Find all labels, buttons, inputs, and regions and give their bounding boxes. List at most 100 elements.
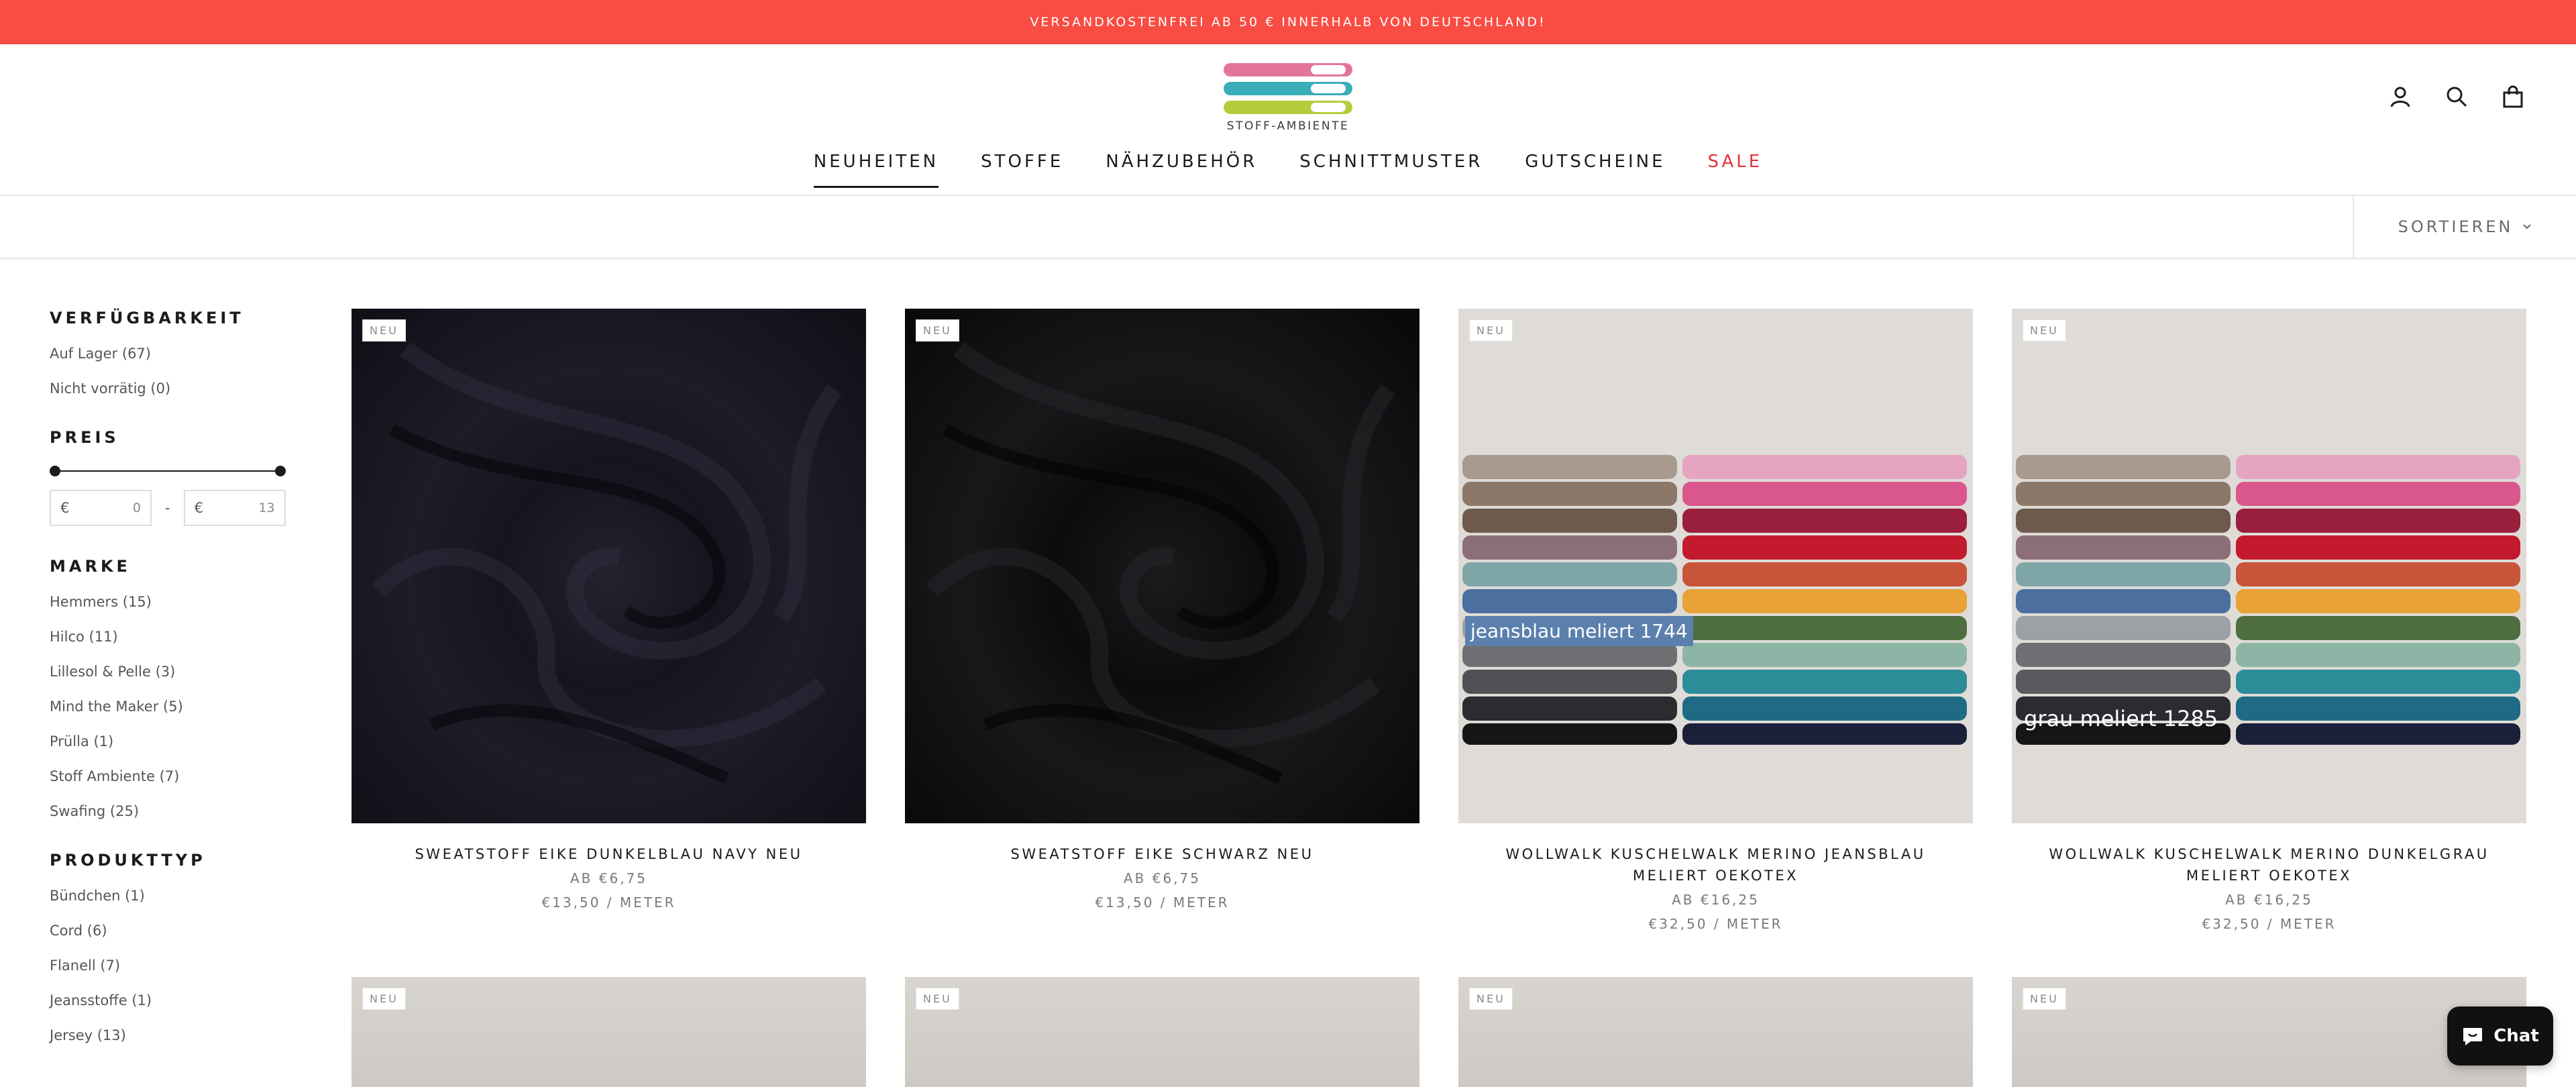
price-max-value: 13 <box>258 501 275 515</box>
logo-text: STOFF-AMBIENTE <box>1226 119 1350 133</box>
filter-option[interactable]: Stoff Ambiente (7) <box>50 768 318 785</box>
main-nav: NEUHEITEN STOFFE NÄHZUBEHÖR SCHNITTMUSTE… <box>0 152 2576 188</box>
filter-brand: MARKE Hemmers (15) Hilco (11) Lillesol &… <box>50 557 318 820</box>
sort-dropdown[interactable]: SORTIEREN <box>2353 196 2576 258</box>
filter-option[interactable]: Auf Lager (67) <box>50 345 318 362</box>
filter-title: PREIS <box>50 428 119 447</box>
fabric-stack-image <box>2012 309 2526 823</box>
nav-item-naehzubehoer[interactable]: NÄHZUBEHÖR <box>1106 152 1257 188</box>
product-title[interactable]: WOLLWALK KUSCHELWALK MERINO DUNKELGRAU M… <box>2012 843 2526 886</box>
new-badge: NEU <box>916 319 959 342</box>
chat-label: Chat <box>2493 1026 2539 1046</box>
filter-option[interactable]: Cord (6) <box>50 922 318 939</box>
slider-min-handle[interactable] <box>50 466 60 476</box>
nav-item-gutscheine[interactable]: GUTSCHEINE <box>1525 152 1665 188</box>
chevron-down-icon <box>2523 224 2532 229</box>
product-image[interactable]: grau meliert 1285 NEU <box>2012 309 2526 823</box>
filter-option[interactable]: Hemmers (15) <box>50 593 318 611</box>
product-price: AB €16,25 <box>1672 892 1760 908</box>
filter-option[interactable]: Nicht vorrätig (0) <box>50 380 318 397</box>
site-header: STOFF-AMBIENTE NEUHEITEN STOFFE NÄHZUBEH… <box>0 44 2576 196</box>
sort-label: SORTIEREN <box>2398 217 2514 236</box>
product-unit-price: €32,50 / METER <box>1648 916 1783 932</box>
product-card[interactable]: NEU <box>1458 977 1973 1087</box>
logo-bar-teal <box>1224 82 1352 95</box>
product-unit-price: €13,50 / METER <box>1095 894 1230 911</box>
product-image[interactable]: NEU <box>352 309 866 823</box>
product-card[interactable]: NEU SWEATSTOFF EIKE SCHWARZ NEU AB €6,75… <box>905 309 1419 911</box>
new-badge: NEU <box>2023 988 2066 1010</box>
price-min-value: 0 <box>132 501 141 515</box>
nav-item-sale[interactable]: SALE <box>1708 152 1763 188</box>
slider-max-handle[interactable] <box>275 466 286 476</box>
store-logo[interactable]: STOFF-AMBIENTE <box>1221 63 1355 134</box>
header-icons <box>2385 82 2528 111</box>
price-range-slider[interactable] <box>50 464 286 478</box>
price-inputs: € 0 - € 13 <box>50 490 318 526</box>
filter-sidebar: VERFÜGBARKEIT Auf Lager (67) Nicht vorrä… <box>50 309 318 1075</box>
product-image[interactable]: NEU <box>905 977 1419 1087</box>
product-card[interactable]: NEU <box>905 977 1419 1087</box>
logo-bar-pink <box>1224 63 1352 76</box>
image-caption: grau meliert 1285 <box>2024 706 2218 731</box>
new-badge: NEU <box>1469 988 1513 1010</box>
product-image[interactable]: NEU <box>352 977 866 1087</box>
product-price: AB €16,25 <box>2225 892 2313 908</box>
logo-bar-lime <box>1224 101 1352 114</box>
price-min-field[interactable]: € 0 <box>50 490 152 526</box>
nav-item-neuheiten[interactable]: NEUHEITEN <box>813 152 939 188</box>
filter-option[interactable]: Mind the Maker (5) <box>50 698 318 715</box>
account-icon[interactable] <box>2385 82 2415 111</box>
product-title[interactable]: WOLLWALK KUSCHELWALK MERINO JEANSBLAU ME… <box>1458 843 1973 886</box>
filter-availability: VERFÜGBARKEIT Auf Lager (67) Nicht vorrä… <box>50 309 318 397</box>
announcement-bar: VERSANDKOSTENFREI AB 50 € INNERHALB VON … <box>0 0 2576 44</box>
nav-item-schnittmuster[interactable]: SCHNITTMUSTER <box>1299 152 1483 188</box>
collection-toolbar: SORTIEREN <box>0 196 2576 259</box>
product-price: AB €6,75 <box>570 870 647 886</box>
slider-track <box>55 470 280 472</box>
new-badge: NEU <box>1469 319 1513 342</box>
filter-option[interactable]: Swafing (25) <box>50 803 318 820</box>
cart-icon[interactable] <box>2498 82 2528 111</box>
product-title[interactable]: SWEATSTOFF EIKE SCHWARZ NEU <box>905 843 1419 865</box>
filter-option[interactable]: Prülla (1) <box>50 733 318 750</box>
product-image[interactable]: NEU <box>905 309 1419 823</box>
filter-option[interactable]: Jersey (13) <box>50 1027 318 1044</box>
product-card[interactable]: jeansblau meliert 1744 NEU WOLLWALK KUSC… <box>1458 309 1973 932</box>
product-price: AB €6,75 <box>1123 870 1201 886</box>
new-badge: NEU <box>2023 319 2066 342</box>
chat-button[interactable]: Chat <box>2447 1006 2553 1066</box>
new-badge: NEU <box>362 988 406 1010</box>
filter-title: MARKE <box>50 557 131 576</box>
image-caption: jeansblau meliert 1744 <box>1465 616 1693 646</box>
product-unit-price: €13,50 / METER <box>541 894 676 911</box>
product-card[interactable]: NEU SWEATSTOFF EIKE DUNKELBLAU NAVY NEU … <box>352 309 866 911</box>
filter-price: PREIS € 0 - € 13 <box>50 428 318 526</box>
filter-option[interactable]: Bündchen (1) <box>50 887 318 904</box>
filter-product-type: PRODUKTTYP Bündchen (1) Cord (6) Flanell… <box>50 851 318 1044</box>
fabric-stack-image <box>1458 309 1973 823</box>
product-title[interactable]: SWEATSTOFF EIKE DUNKELBLAU NAVY NEU <box>352 843 866 865</box>
product-card[interactable]: NEU <box>352 977 866 1087</box>
filter-option[interactable]: Lillesol & Pelle (3) <box>50 663 318 680</box>
product-card[interactable]: grau meliert 1285 NEU WOLLWALK KUSCHELWA… <box>2012 309 2526 932</box>
fabric-swirl-image <box>925 342 1395 784</box>
product-image[interactable]: jeansblau meliert 1744 NEU <box>1458 309 1973 823</box>
nav-item-stoffe[interactable]: STOFFE <box>981 152 1063 188</box>
price-max-field[interactable]: € 13 <box>183 490 286 526</box>
new-badge: NEU <box>916 988 959 1010</box>
product-unit-price: €32,50 / METER <box>2202 916 2337 932</box>
filter-option[interactable]: Hilco (11) <box>50 628 318 645</box>
product-image[interactable]: NEU <box>1458 977 1973 1087</box>
new-badge: NEU <box>362 319 406 342</box>
search-icon[interactable] <box>2442 82 2471 111</box>
price-separator: - <box>165 500 170 516</box>
filter-title: VERFÜGBARKEIT <box>50 309 244 327</box>
chat-bubble-icon <box>2463 1028 2483 1045</box>
announcement-text: VERSANDKOSTENFREI AB 50 € INNERHALB VON … <box>1030 15 1546 30</box>
filter-option[interactable]: Jeansstoffe (1) <box>50 992 318 1009</box>
filter-title: PRODUKTTYP <box>50 851 206 870</box>
currency-symbol: € <box>60 500 70 516</box>
filter-option[interactable]: Flanell (7) <box>50 957 318 974</box>
fabric-swirl-image <box>372 342 842 784</box>
